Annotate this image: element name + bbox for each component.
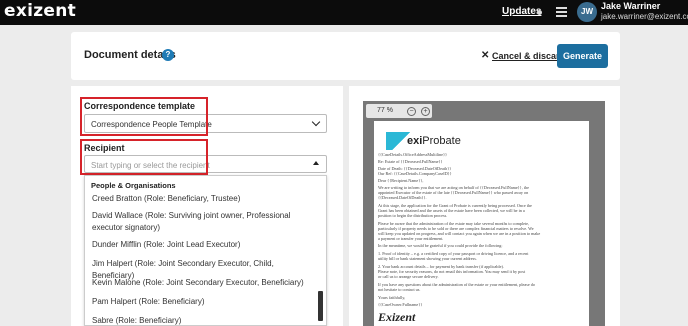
doc-line: {{CaseDetails.OfficeAddressMultiline}} [378, 152, 448, 157]
doc-line: {{CaseOwner.Fullname}} [378, 302, 423, 307]
list-item[interactable]: Dunder Mifflin (Role: Joint Lead Executo… [92, 239, 312, 251]
doc-line: Dear {{Recipient.Name}}, [378, 178, 424, 183]
app-logo[interactable]: exizent [4, 1, 76, 21]
close-icon[interactable]: ✕ [481, 50, 489, 61]
doc-line: utility bill or bank statement showing y… [378, 256, 477, 261]
highlight-box-recipient [80, 139, 208, 175]
updates-link[interactable]: Updates [502, 6, 541, 17]
highlight-box-template [80, 97, 208, 136]
zoom-out-icon[interactable]: − [407, 107, 416, 116]
help-icon[interactable]: ? [162, 49, 174, 61]
doc-line: Our Ref: {{CaseDetails.CompanyCaseID}} [378, 171, 452, 176]
doc-line: or call us to arrange secure delivery. [378, 274, 439, 279]
signature: Exizent [378, 310, 416, 324]
user-name: Jake Warriner [601, 1, 661, 11]
list-item[interactable]: David Wallace (Role: Surviving joint own… [92, 210, 312, 234]
list-item[interactable]: Creed Bratton (Role: Beneficiary, Truste… [92, 193, 312, 205]
top-bar: exizent Updates JW Jake Warriner jake.wa… [0, 0, 688, 25]
doc-line: not hesitate to contact us. [378, 287, 421, 292]
caret-up-icon[interactable] [313, 161, 319, 165]
dropdown-scrollbar[interactable] [318, 291, 323, 321]
avatar[interactable]: JW [577, 2, 597, 22]
zoom-level: 77 % [377, 107, 393, 114]
doc-line: position to begin the distribution proce… [378, 213, 448, 218]
recipient-dropdown: People & Organisations Creed Bratton (Ro… [84, 175, 327, 326]
dropdown-group-label: People & Organisations [91, 181, 176, 190]
logo-prefix: exi [407, 135, 423, 147]
document-details-header: Document details ? ✕ Cancel & discard Ge… [71, 32, 620, 80]
cancel-discard-button[interactable]: Cancel & discard [492, 51, 565, 61]
doc-line: {{Deceased.DateOfDeath}}. [378, 195, 427, 200]
doc-line: Re: Estate of {{Deceased.FullName}} [378, 159, 443, 164]
user-email: jake.warriner@exizent.com [601, 12, 688, 21]
generate-button[interactable]: Generate [557, 44, 608, 68]
list-menu-icon[interactable] [556, 7, 567, 17]
list-item[interactable]: Kevin Malone (Role: Joint Secondary Exec… [92, 277, 312, 289]
zoom-in-icon[interactable]: + [421, 107, 430, 116]
list-item[interactable]: Sabre (Role: Beneficiary) [92, 315, 312, 325]
list-item[interactable]: Pam Halpert (Role: Beneficiary) [92, 296, 312, 308]
doc-line: In the meantime, we would be grateful if… [378, 243, 503, 248]
doc-line: Yours faithfully, [378, 295, 406, 300]
document-logo: exiProbate [407, 135, 461, 147]
notification-dot-icon [537, 10, 542, 15]
doc-line: a payment or transfer your entitlement. [378, 236, 444, 241]
logo-suffix: Probate [422, 135, 461, 147]
